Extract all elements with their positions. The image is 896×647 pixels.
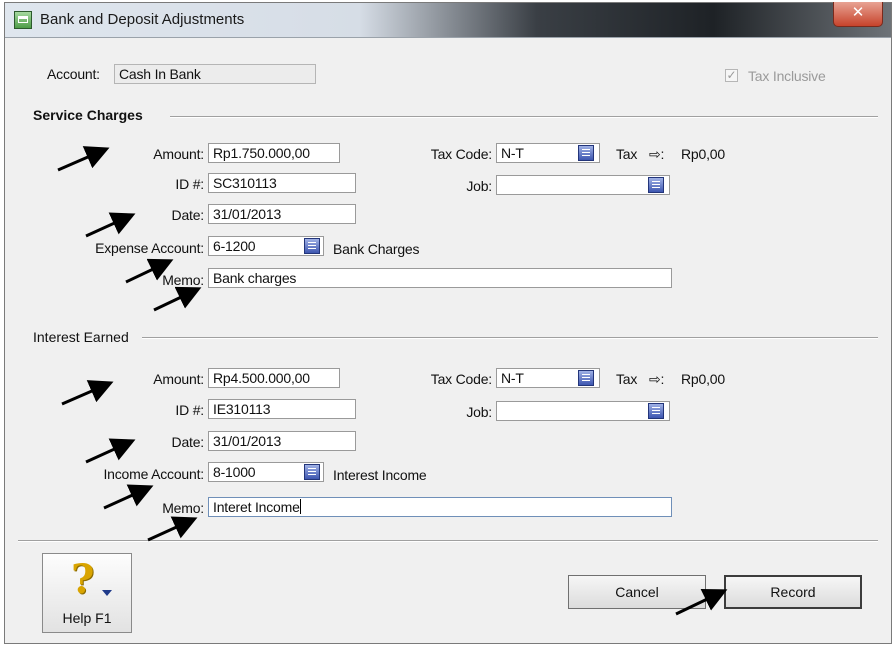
annotation-arrow-income-account [103, 484, 154, 510]
annotation-arrow-memo [153, 286, 202, 312]
annotation-arrow-ie-date [85, 438, 136, 464]
annotation-arrows [57, 146, 728, 616]
annotation-arrow-ie-amount [61, 380, 114, 406]
annotation-arrow-record [675, 588, 728, 616]
annotation-arrow-amount [57, 146, 110, 172]
annotation-arrow-ie-memo [147, 516, 198, 542]
annotation-arrow-expense-account [125, 258, 174, 284]
annotation-arrow-date [85, 212, 136, 238]
